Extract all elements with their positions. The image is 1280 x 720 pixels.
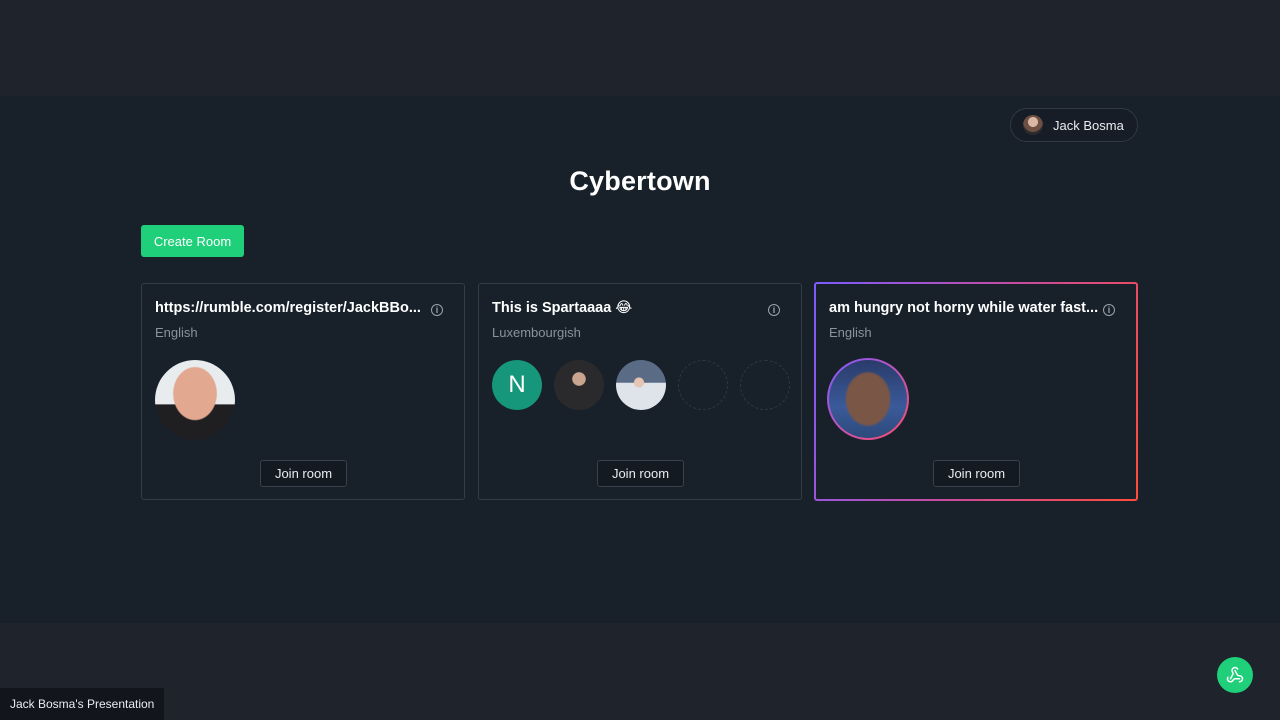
join-room-button[interactable]: Join room xyxy=(260,460,347,487)
join-room-button[interactable]: Join room xyxy=(597,460,684,487)
participant-avatar xyxy=(554,360,604,410)
room-language: Luxembourgish xyxy=(492,325,581,340)
create-room-button[interactable]: Create Room xyxy=(141,225,244,257)
room-card: This is Spartaaaa 😂 i Luxembourgish N Jo… xyxy=(478,283,802,500)
info-icon[interactable]: i xyxy=(768,304,780,316)
empty-seat xyxy=(740,360,790,410)
participant-avatar xyxy=(827,358,909,440)
page-title: Cybertown xyxy=(569,166,711,196)
join-room-button[interactable]: Join room xyxy=(933,460,1020,487)
room-title: am hungry not horny while water fast... xyxy=(829,300,1099,316)
user-avatar xyxy=(1023,115,1043,135)
room-title: This is Spartaaaa 😂 xyxy=(492,300,633,316)
empty-seat xyxy=(678,360,728,410)
presenter-label: Jack Bosma's Presentation xyxy=(0,688,164,720)
user-profile-button[interactable]: Jack Bosma xyxy=(1010,108,1138,142)
room-language: English xyxy=(155,325,198,340)
user-name: Jack Bosma xyxy=(1053,117,1124,133)
participant-avatar xyxy=(155,360,235,440)
lobby-stage: Jack Bosma Cybertown Create Room https:/… xyxy=(0,96,1280,693)
info-icon[interactable]: i xyxy=(431,304,443,316)
room-language: English xyxy=(829,325,872,340)
webhook-icon xyxy=(1226,666,1244,683)
webhook-action-button[interactable] xyxy=(1217,657,1253,693)
participant-avatar-initial: N xyxy=(492,360,542,410)
info-icon[interactable]: i xyxy=(1103,304,1115,316)
room-card-highlighted: am hungry not horny while water fast... … xyxy=(814,282,1138,501)
participant-avatar xyxy=(616,360,666,410)
room-card: https://rumble.com/register/JackBBo... i… xyxy=(141,283,465,500)
room-title: https://rumble.com/register/JackBBo... xyxy=(155,300,421,316)
